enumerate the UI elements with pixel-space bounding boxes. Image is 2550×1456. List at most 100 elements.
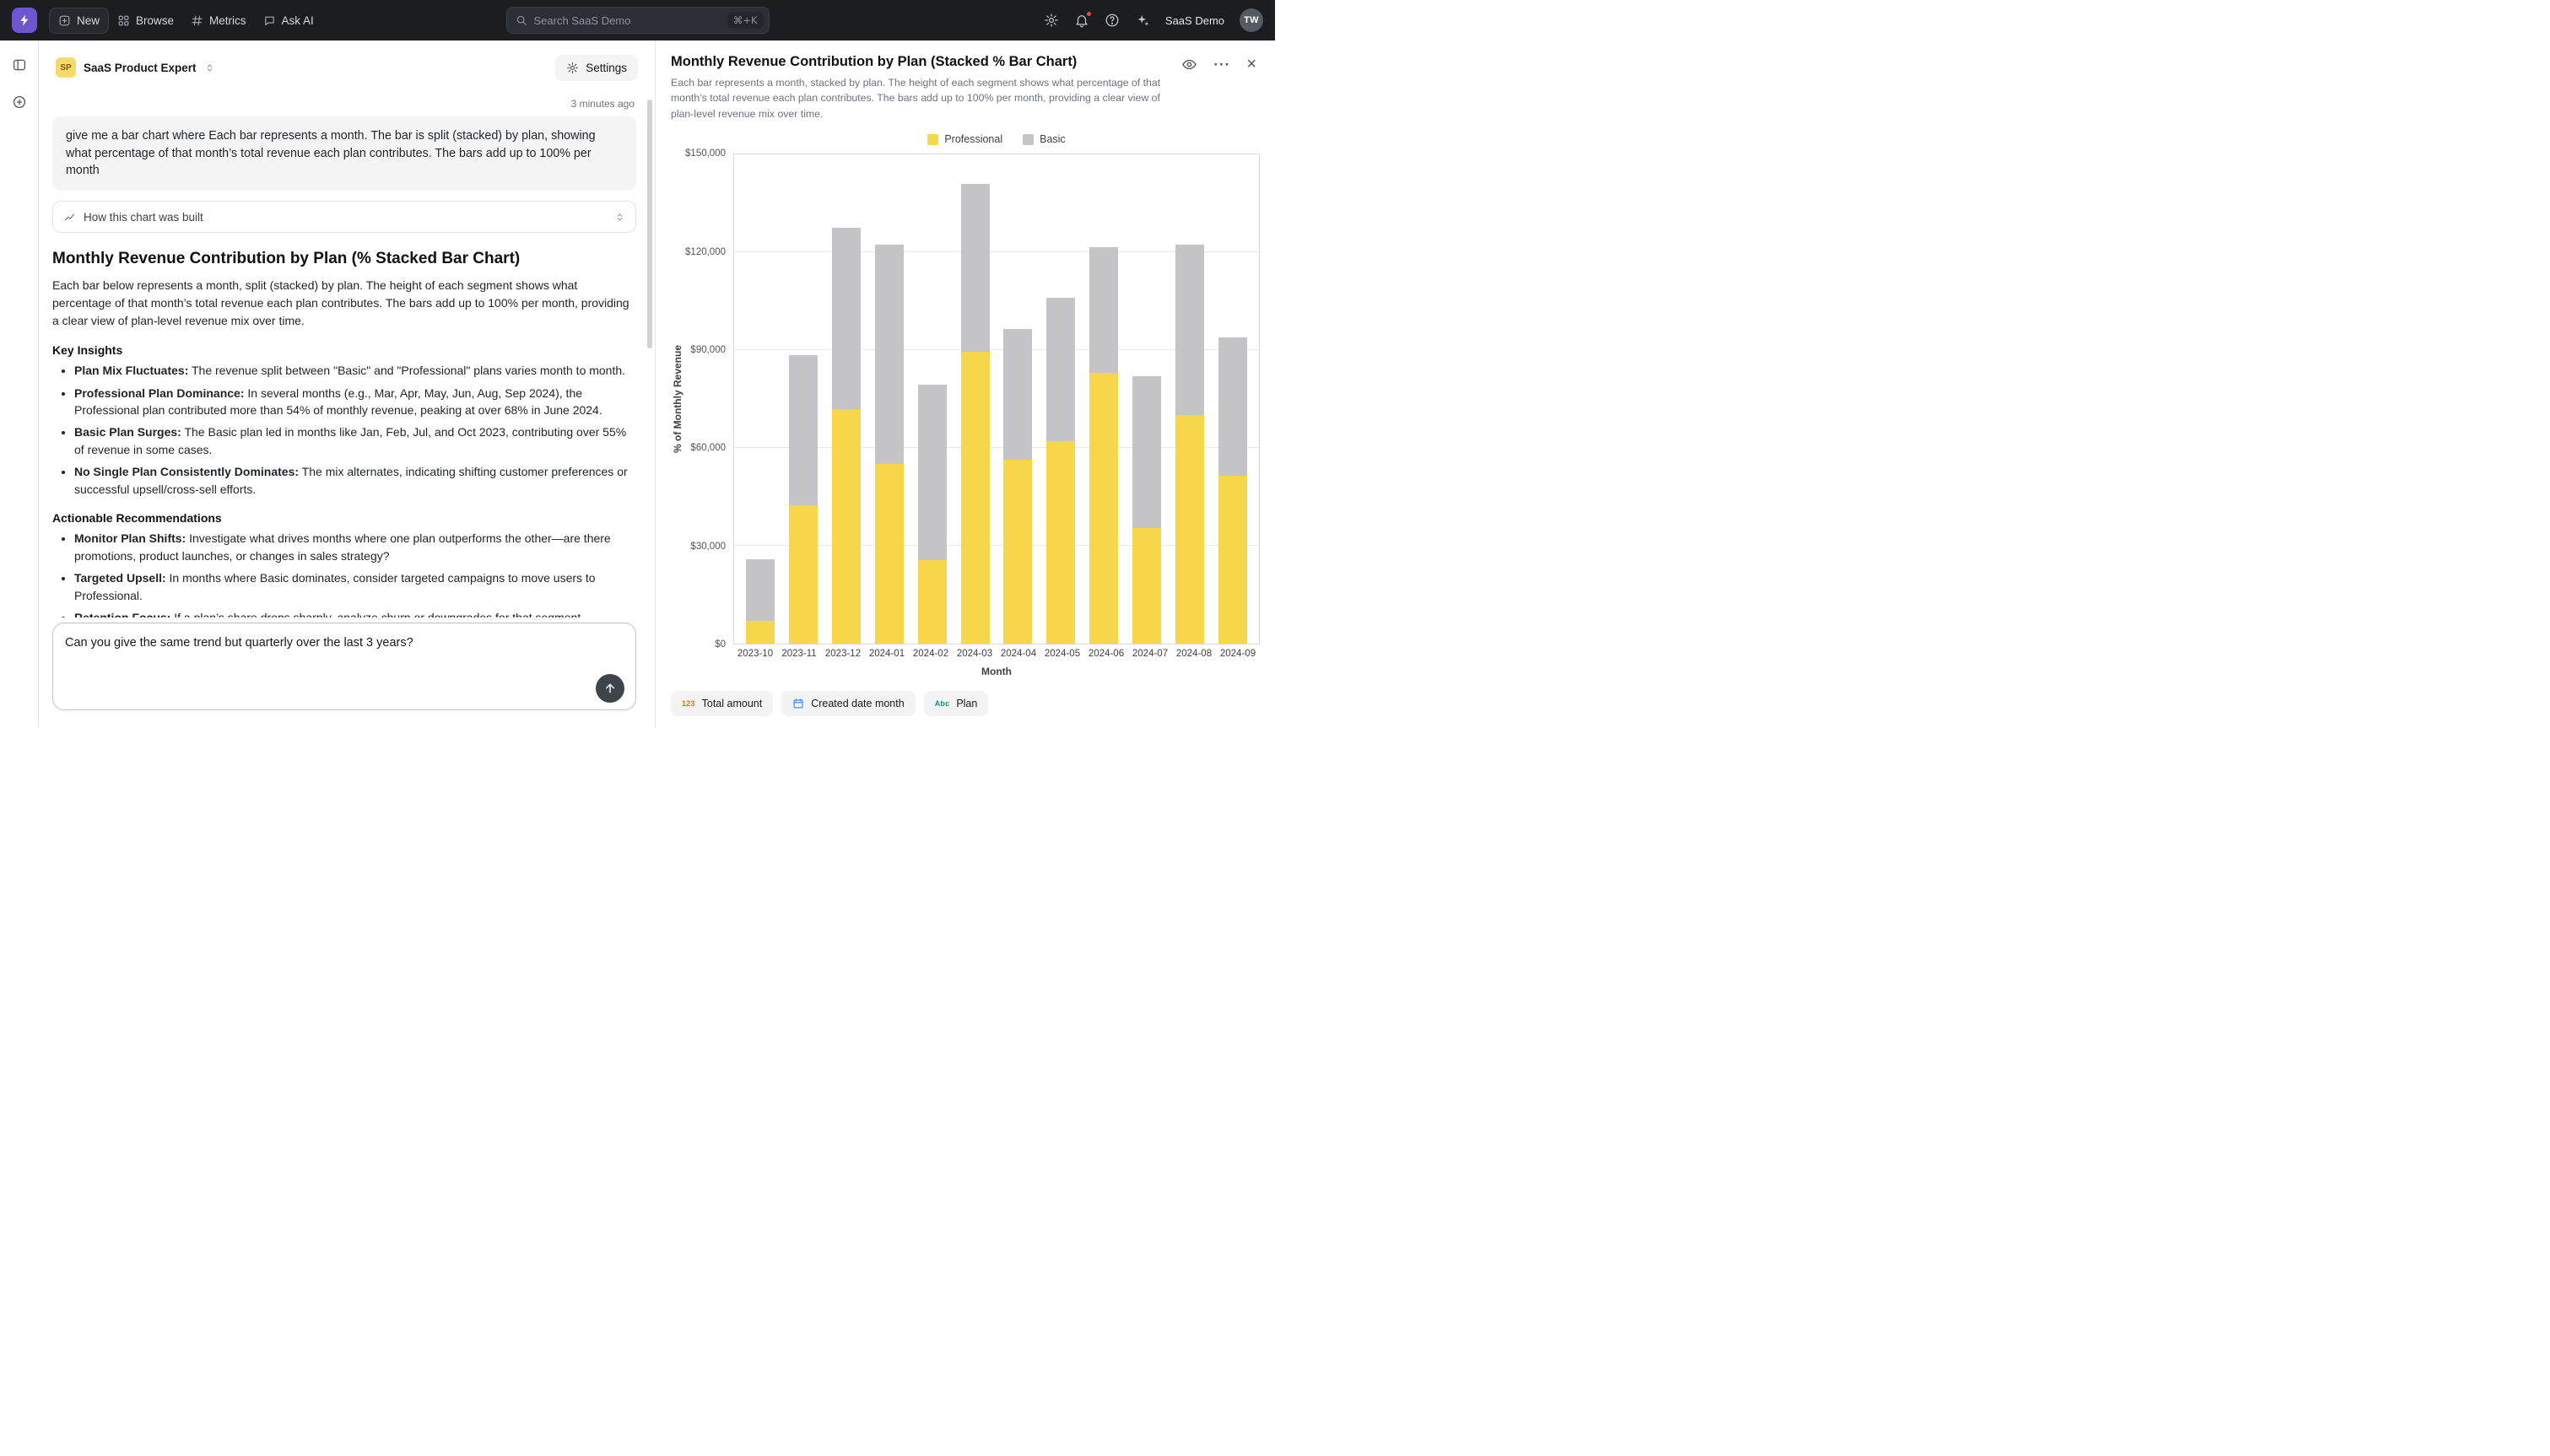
agent-avatar: SP <box>56 57 76 78</box>
global-search[interactable]: ⌘+K <box>506 7 770 34</box>
browse-button-label: Browse <box>136 14 174 27</box>
insight-item: Basic Plan Surges: The Basic plan led in… <box>74 423 636 458</box>
bar-segment-professional[interactable] <box>1175 415 1204 644</box>
bar-segment-professional[interactable] <box>789 505 818 644</box>
chat-input[interactable] <box>52 623 636 710</box>
chat-header: SP SaaS Product Expert Settings <box>39 40 655 89</box>
bar-2023-12[interactable] <box>832 154 861 644</box>
bar-2024-03[interactable] <box>961 154 990 644</box>
bar-segment-basic[interactable] <box>1175 245 1204 416</box>
bar-segment-basic[interactable] <box>832 228 861 408</box>
bar-segment-basic[interactable] <box>1132 376 1161 528</box>
browse-button[interactable]: Browse <box>109 8 182 33</box>
preview-eye-button[interactable] <box>1181 57 1197 73</box>
bar-segment-basic[interactable] <box>1218 337 1247 476</box>
help-button[interactable] <box>1105 13 1120 28</box>
message-timestamp: 3 minutes ago <box>54 98 635 110</box>
toggle-sidebar-button[interactable] <box>8 54 30 76</box>
scrollbar-thumb[interactable] <box>647 100 652 348</box>
plus-circle-icon <box>12 94 27 110</box>
recommendation-item: Targeted Upsell: In months where Basic d… <box>74 569 636 604</box>
notifications-button[interactable] <box>1074 13 1089 28</box>
field-pill-created-date-month[interactable]: Created date month <box>781 691 916 716</box>
y-tick: $60,000 <box>690 443 726 453</box>
bar-segment-professional[interactable] <box>918 560 947 644</box>
bar-2023-11[interactable] <box>789 154 818 644</box>
chat-settings-button[interactable]: Settings <box>555 55 638 81</box>
x-axis-label: Month <box>733 666 1260 677</box>
settings-gear-button[interactable] <box>1044 13 1059 28</box>
agent-selector[interactable]: SP SaaS Product Expert <box>51 52 220 83</box>
plot-area <box>733 154 1260 644</box>
search-input[interactable] <box>534 14 721 27</box>
bar-2024-04[interactable] <box>1003 154 1032 644</box>
legend-label: Basic <box>1040 133 1066 145</box>
bar-segment-professional[interactable] <box>1003 460 1032 644</box>
close-panel-button[interactable]: × <box>1246 56 1256 73</box>
number-123-icon: 123 <box>682 699 695 708</box>
bar-2024-08[interactable] <box>1175 154 1204 644</box>
new-chat-button[interactable] <box>8 91 30 113</box>
bar-2024-02[interactable] <box>918 154 947 644</box>
recommendation-item: Retention Focus: If a plan’s share drops… <box>74 609 636 617</box>
send-button[interactable] <box>596 674 624 703</box>
ai-sparkles-button[interactable] <box>1135 13 1150 28</box>
chat-bubble-icon <box>263 14 276 27</box>
chart-panel-actions: ··· × <box>1181 56 1256 73</box>
insight-item: Professional Plan Dominance: In several … <box>74 385 636 419</box>
chat-input-area <box>39 617 655 728</box>
app-logo[interactable] <box>12 8 37 33</box>
bar-segment-basic[interactable] <box>1046 298 1075 441</box>
insight-item: No Single Plan Consistently Dominates: T… <box>74 463 636 498</box>
bar-segment-basic[interactable] <box>746 559 775 621</box>
bar-segment-basic[interactable] <box>961 184 990 352</box>
bar-segment-basic[interactable] <box>789 355 818 505</box>
chat-panel: SP SaaS Product Expert Settings 3 minute… <box>39 40 656 728</box>
x-axis-ticks: 2023-102023-112023-122024-012024-022024-… <box>733 644 1260 659</box>
field-pill-plan[interactable]: Abc Plan <box>924 691 989 716</box>
chat-settings-label: Settings <box>586 62 627 74</box>
sidebar-panel-icon <box>12 57 27 73</box>
y-tick: $30,000 <box>690 542 726 552</box>
chat-transcript[interactable]: 3 minutes ago give me a bar chart where … <box>39 89 655 617</box>
bar-segment-basic[interactable] <box>1089 247 1118 373</box>
bar-segment-basic[interactable] <box>1003 329 1032 460</box>
gear-icon <box>1044 13 1059 28</box>
bar-2024-09[interactable] <box>1218 154 1247 644</box>
bar-segment-professional[interactable] <box>1089 373 1118 644</box>
user-avatar[interactable]: TW <box>1240 8 1263 32</box>
bar-segment-professional[interactable] <box>875 464 904 644</box>
x-tick: 2024-01 <box>865 649 909 659</box>
legend-item-basic[interactable]: Basic <box>1023 133 1066 145</box>
bar-2024-01[interactable] <box>875 154 904 644</box>
bar-segment-professional[interactable] <box>1218 476 1247 644</box>
field-pill-label: Plan <box>956 698 977 709</box>
bar-segment-professional[interactable] <box>1132 528 1161 644</box>
more-options-button[interactable]: ··· <box>1213 57 1230 72</box>
bar-segment-basic[interactable] <box>918 385 947 561</box>
main-area: SP SaaS Product Expert Settings 3 minute… <box>0 40 1275 728</box>
metrics-button[interactable]: Metrics <box>182 8 255 33</box>
how-chart-built-expander[interactable]: How this chart was built <box>52 201 636 233</box>
user-message: give me a bar chart where Each bar repre… <box>52 116 636 191</box>
new-button[interactable]: New <box>49 8 109 34</box>
bar-segment-professional[interactable] <box>1046 441 1075 644</box>
chart-panel: Monthly Revenue Contribution by Plan (St… <box>656 40 1275 728</box>
bar-segment-professional[interactable] <box>746 621 775 644</box>
field-pill-total-amount[interactable]: 123 Total amount <box>671 691 773 716</box>
workspace-button[interactable]: SaaS Demo <box>1165 14 1224 27</box>
legend-item-professional[interactable]: Professional <box>927 133 1002 145</box>
bar-segment-basic[interactable] <box>875 245 904 465</box>
bar-2023-10[interactable] <box>746 154 775 644</box>
bar-2024-07[interactable] <box>1132 154 1161 644</box>
key-insights-heading: Key Insights <box>52 343 636 357</box>
eye-icon <box>1181 57 1197 73</box>
ask-ai-button[interactable]: Ask AI <box>255 8 322 33</box>
y-tick: $90,000 <box>690 345 726 355</box>
bar-segment-professional[interactable] <box>832 409 861 644</box>
y-tick: $120,000 <box>685 247 726 257</box>
bar-2024-06[interactable] <box>1089 154 1118 644</box>
bar-segment-professional[interactable] <box>961 352 990 644</box>
bar-2024-05[interactable] <box>1046 154 1075 644</box>
x-tick: 2024-02 <box>909 649 953 659</box>
